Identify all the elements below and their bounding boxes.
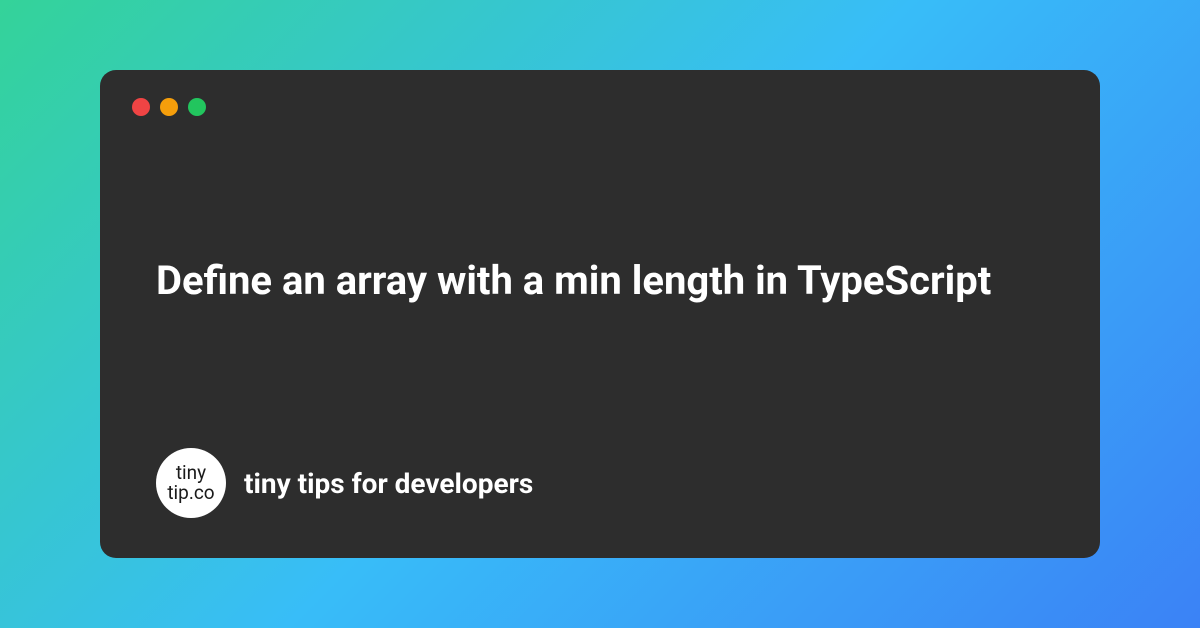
card-content: Define an array with a min length in Typ…	[132, 124, 1068, 448]
card-title: Define an array with a min length in Typ…	[156, 252, 1044, 310]
maximize-icon[interactable]	[188, 98, 206, 116]
tagline-text: tiny tips for developers	[244, 467, 533, 500]
logo-badge: tiny tip.co	[156, 448, 226, 518]
terminal-window: Define an array with a min length in Typ…	[100, 70, 1100, 558]
close-icon[interactable]	[132, 98, 150, 116]
logo-text-line2: tip.co	[167, 483, 214, 503]
minimize-icon[interactable]	[160, 98, 178, 116]
logo-text-line1: tiny	[176, 463, 206, 483]
card-footer: tiny tip.co tiny tips for developers	[132, 448, 1068, 530]
window-controls	[132, 98, 1068, 116]
